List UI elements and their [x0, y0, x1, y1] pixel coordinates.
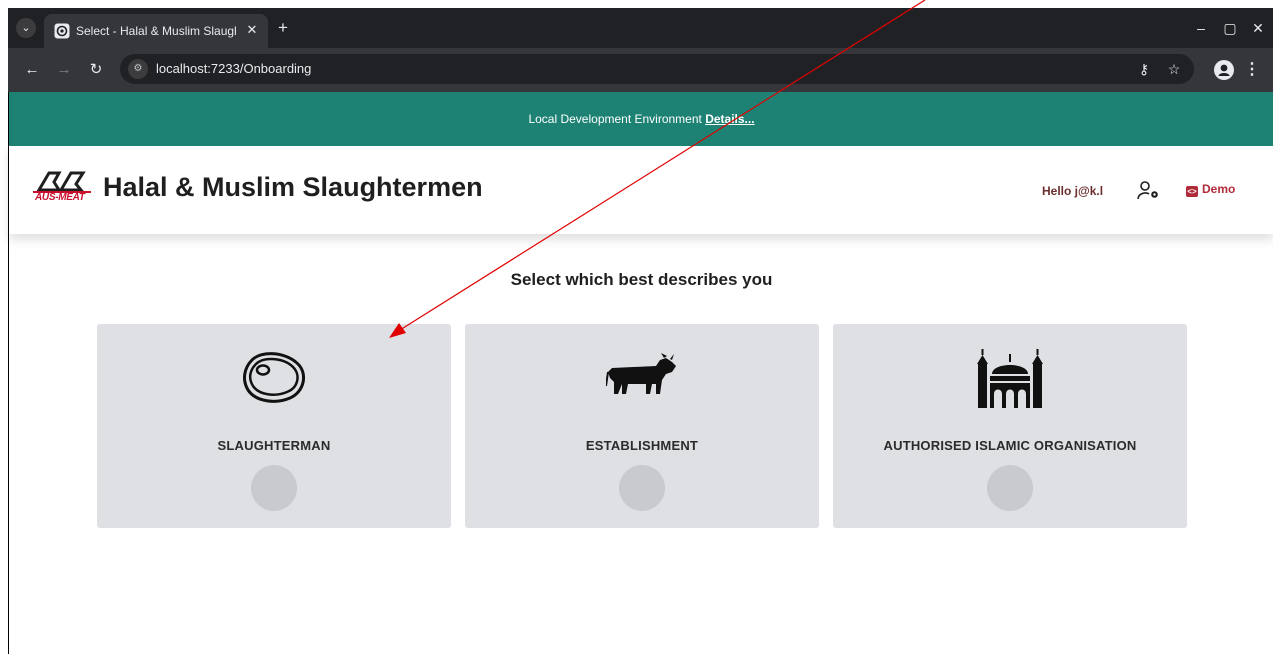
password-key-icon[interactable]: ⚷	[1134, 59, 1154, 79]
menu-icon[interactable]: ⋮	[1244, 60, 1260, 80]
site-info-icon[interactable]: ⚙	[128, 59, 148, 79]
browser-toolbar: ← → ↻ ⚙ localhost:7233/Onboarding ⚷ ☆ ⋮	[8, 48, 1273, 92]
option-card-slaughterman[interactable]: SLAUGHTERMAN	[97, 324, 451, 528]
option-radio-establishment[interactable]	[619, 465, 665, 511]
option-radio-slaughterman[interactable]	[251, 465, 297, 511]
logo-text: AUS-MEAT	[35, 192, 85, 203]
bookmark-star-icon[interactable]: ☆	[1164, 59, 1184, 79]
tab-search-icon[interactable]: ⌄	[16, 18, 36, 38]
demo-label: Demo	[1202, 182, 1236, 196]
maximize-icon[interactable]: ▢	[1220, 20, 1240, 36]
aus-meat-logo[interactable]: AUS-MEAT	[33, 170, 91, 210]
option-label-slaughterman: SLAUGHTERMAN	[217, 438, 331, 453]
option-label-authorised-islamic-organisation: AUTHORISED ISLAMIC ORGANISATION	[883, 438, 1137, 453]
meat-steak-icon	[243, 352, 306, 403]
option-card-authorised-islamic-organisation[interactable]: AUTHORISED ISLAMIC ORGANISATION	[833, 324, 1187, 528]
env-details-link[interactable]: Details...	[705, 112, 754, 126]
selection-prompt: Select which best describes you	[510, 270, 773, 289]
option-label-establishment: ESTABLISHMENT	[585, 438, 699, 453]
page-title: Halal & Muslim Slaughtermen	[103, 172, 483, 202]
cow-icon	[606, 353, 676, 394]
minimize-icon[interactable]: –	[1191, 20, 1211, 36]
env-banner-text: Local Development Environment	[528, 112, 706, 126]
browser-chrome: ⌄ Select - Halal & Muslim Slaughtermen ✕…	[8, 8, 1273, 92]
environment-banner: Local Development Environment Details...	[9, 92, 1273, 146]
new-tab-icon[interactable]: +	[274, 19, 292, 37]
favicon-icon	[54, 23, 70, 39]
logo-mark-icon	[33, 171, 91, 193]
forward-icon[interactable]: →	[54, 60, 74, 80]
address-bar[interactable]: ⚙ localhost:7233/Onboarding ⚷ ☆	[120, 54, 1194, 84]
mosque-icon	[977, 349, 1043, 408]
option-radio-authorised-islamic-organisation[interactable]	[987, 465, 1033, 511]
code-icon: <>	[1186, 186, 1198, 197]
option-card-establishment[interactable]: ESTABLISHMENT	[465, 324, 819, 528]
window-close-icon[interactable]: ✕	[1248, 20, 1268, 36]
profile-icon[interactable]	[1214, 60, 1234, 80]
page-viewport: Local Development Environment Details...…	[8, 92, 1273, 654]
back-icon[interactable]: ←	[22, 60, 42, 80]
user-greeting[interactable]: Hello j@k.l	[1042, 184, 1103, 198]
page: ⌄ Select - Halal & Muslim Slaughtermen ✕…	[0, 0, 1273, 654]
person-icon	[1218, 64, 1230, 76]
app-header: AUS-MEAT Halal & Muslim Slaughtermen Hel…	[9, 146, 1273, 234]
tab-title: Select - Halal & Muslim Slaughtermen	[76, 24, 236, 38]
tab-close-icon[interactable]: ✕	[244, 22, 260, 38]
tab-bar: ⌄ Select - Halal & Muslim Slaughtermen ✕…	[8, 8, 1273, 48]
user-settings-icon[interactable]	[1137, 180, 1161, 200]
browser-tab[interactable]: Select - Halal & Muslim Slaughtermen ✕	[44, 14, 268, 48]
reload-icon[interactable]: ↻	[86, 60, 106, 80]
demo-button[interactable]: <> Demo	[1186, 182, 1235, 198]
url-text[interactable]: localhost:7233/Onboarding	[156, 61, 311, 77]
